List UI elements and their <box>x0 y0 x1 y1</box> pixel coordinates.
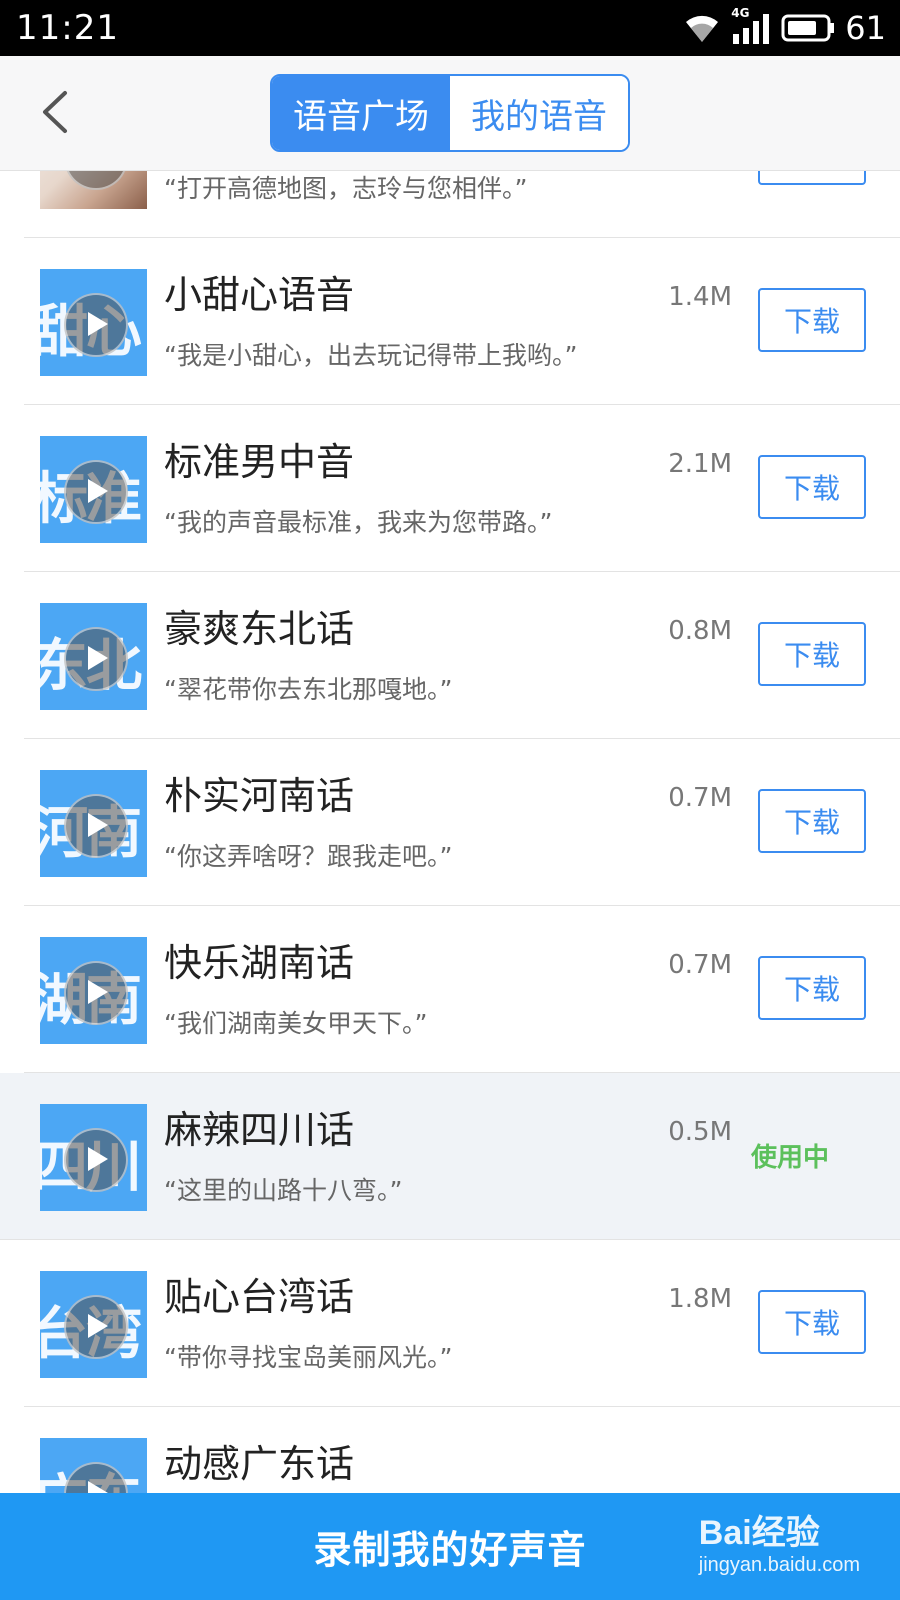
play-icon[interactable] <box>63 292 128 357</box>
voice-title: 朴实河南话 <box>164 774 355 818</box>
voice-list-item[interactable]: 甜心小甜心语音 “我是小甜心，出去玩记得带上我哟。” 1.4M 下载 <box>24 238 900 405</box>
in-use-label: 使用中 <box>750 1142 829 1173</box>
voice-thumbnail[interactable]: 甜心 <box>40 269 147 376</box>
voice-description: “你这弄啥呀？跟我走吧。” <box>164 842 453 871</box>
voice-description: “翠花带你去东北那嘎地。” <box>164 675 453 704</box>
voice-title: 麻辣四川话 <box>164 1108 355 1152</box>
voice-list[interactable]: 林志玲语音“打开高德地图，志玲与您相伴。”3.0M使用甜心小甜心语音 “我是小甜心… <box>0 171 900 1493</box>
header: 语音广场 我的语音 <box>0 56 900 171</box>
voice-title: 快乐湖南话 <box>164 941 355 985</box>
voice-description: “我的声音最标准，我来为您带路。” <box>164 508 553 537</box>
voice-list-item[interactable]: 广东动感广东话 <box>24 1407 900 1493</box>
baidu-jingyan-watermark: Bai经验 jingyan.baidu.com <box>699 1505 860 1577</box>
download-button[interactable]: 下载 <box>758 288 866 352</box>
signal-icon: 4G <box>731 6 771 44</box>
voice-thumbnail[interactable]: 东北 <box>40 603 147 710</box>
download-button[interactable]: 下载 <box>758 789 866 853</box>
watermark-url: jingyan.baidu.com <box>698 1554 860 1576</box>
voice-file-size: 0.7M <box>668 950 732 980</box>
battery-icon <box>781 13 835 43</box>
voice-thumbnail[interactable]: 标准 <box>40 436 147 543</box>
voice-thumbnail[interactable]: 台湾 <box>40 1271 147 1378</box>
voice-description: “我们湖南美女甲天下。” <box>164 1009 428 1038</box>
voice-thumbnail[interactable] <box>40 171 147 209</box>
tab-bar: 语音广场 我的语音 <box>270 74 630 152</box>
back-button[interactable] <box>24 84 84 144</box>
tab-my-voice[interactable]: 我的语音 <box>450 76 628 150</box>
voice-description: “打开高德地图，志玲与您相伴。” <box>164 174 528 203</box>
chevron-left-icon <box>39 90 69 138</box>
voice-list-item[interactable]: 东北豪爽东北话 “翠花带你去东北那嘎地。” 0.8M 下载 <box>24 572 900 739</box>
play-icon[interactable] <box>63 1294 128 1359</box>
status-time: 11:21 <box>16 8 119 48</box>
voice-title: 豪爽东北话 <box>164 607 355 651</box>
watermark-brand: Bai经验 <box>698 1514 820 1552</box>
voice-list-item[interactable]: 台湾贴心台湾话 “带你寻找宝岛美丽风光。” 1.8M 下载 <box>24 1240 900 1407</box>
voice-list-item[interactable]: 标准标准男中音 “我的声音最标准，我来为您带路。” 2.1M 下载 <box>24 405 900 572</box>
download-button[interactable]: 下载 <box>758 622 866 686</box>
voice-list-item[interactable]: 湖南快乐湖南话 “我们湖南美女甲天下。” 0.7M 下载 <box>24 906 900 1073</box>
voice-thumbnail[interactable]: 湖南 <box>40 937 147 1044</box>
voice-list-item[interactable]: 林志玲语音“打开高德地图，志玲与您相伴。”3.0M使用 <box>24 171 900 238</box>
voice-file-size: 1.4M <box>668 282 732 312</box>
status-bar: 11:21 4G 61 <box>0 0 900 56</box>
voice-thumbnail[interactable]: 四川 <box>40 1104 147 1211</box>
network-type: 4G <box>731 6 750 20</box>
voice-title: 标准男中音 <box>164 440 355 484</box>
download-button[interactable]: 下载 <box>758 455 866 519</box>
voice-list-item[interactable]: 四川麻辣四川话 “这里的山路十八弯。” 0.5M 使用中 <box>0 1073 900 1240</box>
play-icon[interactable] <box>63 626 128 691</box>
record-voice-button[interactable]: 录制我的好声音 Bai经验 jingyan.baidu.com <box>0 1493 900 1600</box>
voice-file-size: 0.7M <box>668 783 732 813</box>
voice-file-size: 0.8M <box>668 616 732 646</box>
battery-level: 61 <box>845 9 886 47</box>
voice-title: 动感广东话 <box>164 1442 355 1486</box>
voice-list-item[interactable]: 河南朴实河南话 “你这弄啥呀？跟我走吧。” 0.7M 下载 <box>24 739 900 906</box>
voice-list-content: 林志玲语音“打开高德地图，志玲与您相伴。”3.0M使用甜心小甜心语音 “我是小甜心… <box>0 171 900 1493</box>
voice-description: “带你寻找宝岛美丽风光。” <box>164 1343 453 1372</box>
download-button[interactable]: 下载 <box>758 1290 866 1354</box>
voice-file-size: 1.8M <box>668 1284 732 1314</box>
play-icon[interactable] <box>63 459 128 524</box>
wifi-icon <box>683 12 721 44</box>
play-icon[interactable] <box>63 793 128 858</box>
voice-file-size: 0.5M <box>668 1117 732 1147</box>
status-icons: 4G 61 <box>683 6 886 48</box>
voice-thumbnail[interactable]: 河南 <box>40 770 147 877</box>
record-voice-label: 录制我的好声音 <box>313 1528 587 1572</box>
tab-voice-square[interactable]: 语音广场 <box>272 76 450 150</box>
voice-description: “这里的山路十八弯。” <box>164 1176 403 1205</box>
use-button[interactable]: 使用 <box>758 171 866 185</box>
voice-description: “我是小甜心，出去玩记得带上我哟。” <box>164 341 578 370</box>
voice-thumbnail[interactable]: 广东 <box>40 1438 147 1493</box>
play-icon[interactable] <box>63 1127 128 1192</box>
play-icon[interactable] <box>63 171 128 190</box>
voice-title: 小甜心语音 <box>164 273 355 317</box>
play-icon[interactable] <box>63 960 128 1025</box>
voice-file-size: 2.1M <box>668 449 732 479</box>
download-button[interactable]: 下载 <box>758 956 866 1020</box>
voice-title: 贴心台湾话 <box>164 1275 355 1319</box>
